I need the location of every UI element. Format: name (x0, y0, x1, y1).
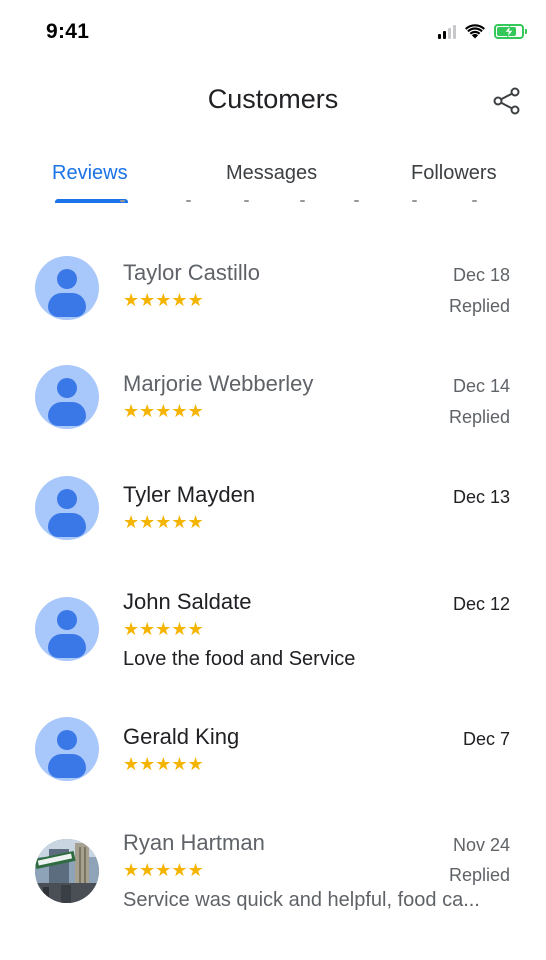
star-rating: ★★★★★ (123, 860, 204, 880)
star-rating: ★★★★★ (123, 401, 204, 421)
las-vegas-photo-icon (35, 839, 99, 903)
review-row[interactable]: Marjorie Webberley ★★★★★ Dec 14 Replied (0, 355, 546, 455)
tab-reviews[interactable]: Reviews (52, 162, 128, 185)
avatar (35, 256, 99, 320)
avatar (35, 597, 99, 661)
review-row[interactable]: Gerald King ★★★★★ Dec 7 (0, 708, 546, 808)
review-snippet: Love the food and Service (123, 648, 356, 670)
review-row[interactable]: Tyler Mayden ★★★★★ Dec 13 (0, 466, 546, 566)
reviewer-name: Ryan Hartman (123, 830, 265, 855)
reviewer-name: Tyler Mayden (123, 482, 256, 507)
review-date: Dec 14 (452, 376, 510, 396)
reviewer-name: John Saldate (123, 589, 252, 614)
review-date: Dec 7 (462, 729, 510, 749)
review-row[interactable]: Taylor Castillo ★★★★★ Dec 18 Replied (0, 244, 546, 344)
active-tab-indicator (55, 199, 128, 203)
star-rating: ★★★★★ (123, 754, 204, 774)
review-date: Dec 13 (452, 487, 510, 507)
person-icon (57, 730, 77, 750)
star-rating: ★★★★★ (123, 512, 204, 532)
avatar (35, 717, 99, 781)
review-row[interactable]: John Saldate ★★★★★ Dec 12 Love the food … (0, 572, 546, 692)
battery-charging-icon (494, 24, 527, 39)
share-button[interactable] (490, 84, 524, 118)
replied-status: Replied (448, 865, 510, 885)
avatar (35, 365, 99, 429)
share-icon (493, 87, 520, 115)
status-time: 9:41 (46, 20, 90, 43)
review-date: Dec 12 (452, 594, 510, 614)
reviewer-name: Gerald King (123, 724, 240, 749)
page-title: Customers (207, 84, 339, 114)
avatar (35, 839, 99, 903)
replied-status: Replied (448, 407, 510, 427)
replied-status: Replied (448, 296, 510, 316)
person-icon (57, 489, 77, 509)
review-date: Nov 24 (452, 835, 510, 855)
wifi-icon (465, 24, 485, 39)
star-rating: ★★★★★ (123, 290, 204, 310)
review-row[interactable]: Ryan Hartman ★★★★★ Nov 24 Replied Servic… (0, 814, 546, 934)
scrolled-content-peek (120, 196, 500, 206)
tab-messages[interactable]: Messages (226, 162, 317, 185)
person-icon (57, 378, 77, 398)
review-date: Dec 18 (452, 265, 510, 285)
status-icons (438, 24, 527, 39)
star-rating: ★★★★★ (123, 619, 204, 639)
avatar (35, 476, 99, 540)
reviewer-name: Marjorie Webberley (123, 371, 314, 396)
app-header: Customers (0, 64, 546, 136)
reviewer-name: Taylor Castillo (123, 260, 260, 285)
status-bar: 9:41 (0, 0, 546, 64)
person-icon (57, 269, 77, 289)
review-snippet: Service was quick and helpful, food ca..… (123, 889, 480, 911)
cellular-signal-icon (438, 24, 456, 39)
tab-followers[interactable]: Followers (411, 162, 497, 185)
person-icon (57, 610, 77, 630)
